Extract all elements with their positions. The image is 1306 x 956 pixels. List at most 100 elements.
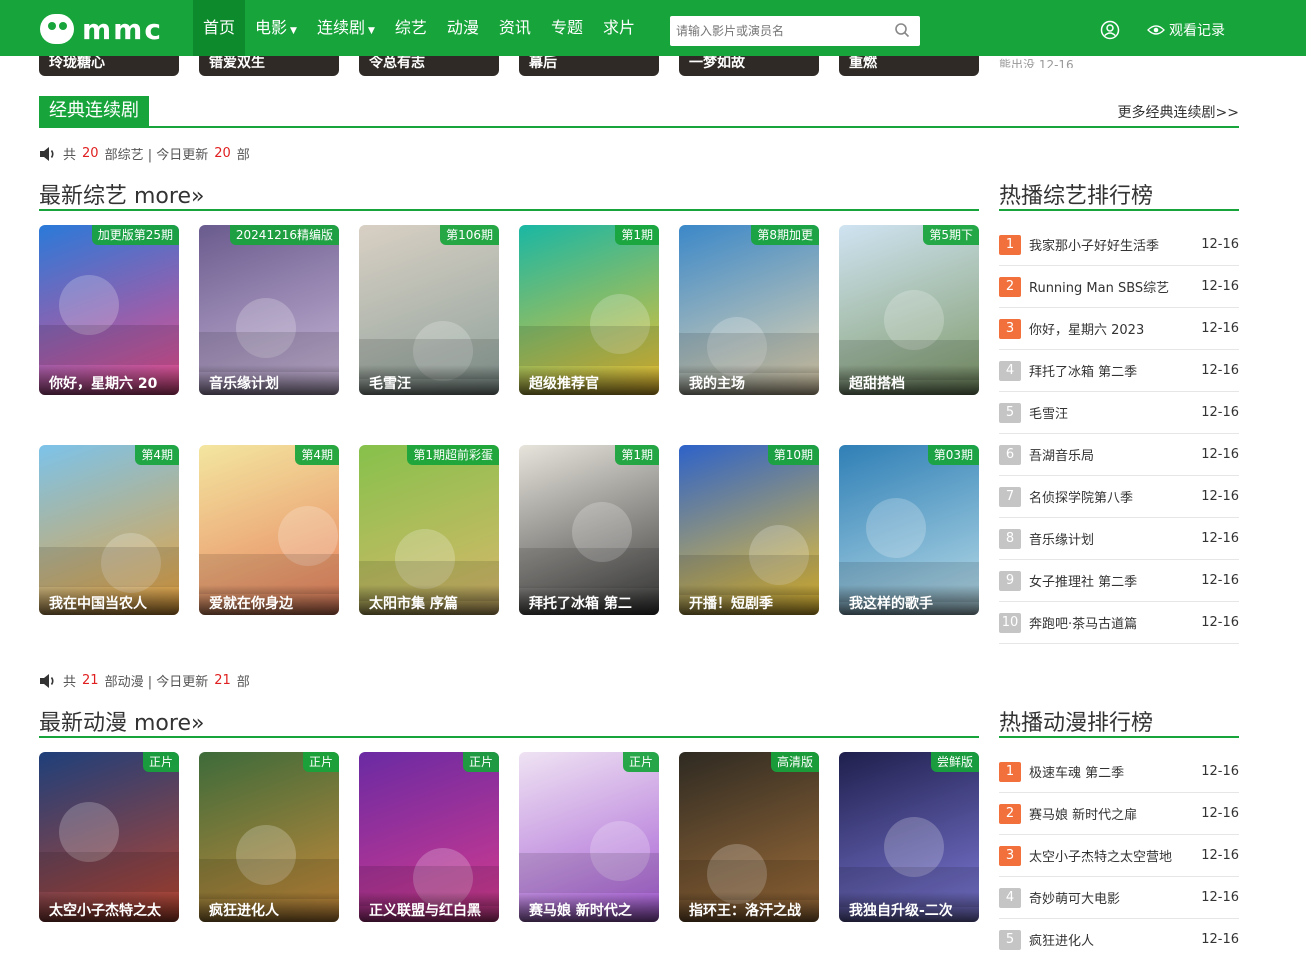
rank-item[interactable]: 4 拜托了冰箱 第二季 12-16 — [999, 350, 1239, 392]
search-input[interactable] — [670, 16, 885, 46]
poster-title: 拜托了冰箱 第二 — [519, 585, 659, 615]
anime-rank-list: 1 极速车魂 第二季 12-16 2 赛马娘 新时代之扉 12-16 3 太空小子杰特之太空营… — [999, 751, 1239, 956]
rank-item[interactable]: 6 吾湖音乐局 12-16 — [999, 434, 1239, 476]
rank-date: 12-16 — [1201, 237, 1239, 252]
episode-badge: 第1期 — [615, 225, 659, 245]
rank-number: 7 — [999, 486, 1021, 507]
nav-item-5[interactable]: 资讯 — [489, 0, 541, 56]
nav-item-label: 首页 — [203, 18, 236, 37]
nav-item-1[interactable]: 电影 ▼ — [245, 0, 307, 56]
chevron-down-icon: ▼ — [367, 26, 375, 36]
more-classic-series-link[interactable]: 更多经典连续剧>> — [1118, 102, 1239, 122]
rank-number: 1 — [999, 234, 1021, 255]
poster-title: 开播！短剧季 — [679, 585, 819, 615]
episode-badge: 20241216精编版 — [229, 225, 339, 245]
poster-card[interactable]: 第1期 超级推荐官 — [519, 225, 659, 395]
episode-badge: 第1期超前彩蛋 — [407, 445, 499, 465]
poster-card[interactable]: 第10期开播！短剧季 — [679, 445, 819, 615]
poster-card[interactable]: 尝鲜版 我独自升级-二次 — [839, 752, 979, 922]
rank-item[interactable]: 4 奇妙萌可大电影 12-16 — [999, 877, 1239, 919]
nav-item-0[interactable]: 首页 — [193, 0, 246, 56]
episode-badge: 第4期 — [295, 445, 339, 465]
poster-title: 毛雪汪 — [359, 365, 499, 395]
classic-series-tab[interactable]: 经典连续剧 — [39, 96, 149, 126]
previous-card[interactable]: 幕后 — [519, 56, 659, 76]
speaker-icon — [40, 146, 54, 161]
rank-title: 奔跑吧·茶马古道篇 — [1029, 617, 1138, 632]
rank-item[interactable]: 1 极速车魂 第二季 12-16 — [999, 751, 1239, 793]
rank-title: 我家那小子好好生活季 — [1029, 239, 1160, 254]
poster-card[interactable]: 第03期 我这样的歌手 — [839, 445, 979, 615]
rank-item[interactable]: 5 毛雪汪 12-16 — [999, 392, 1239, 434]
poster-card[interactable]: 加更版第25期 你好，星期六 20 — [39, 225, 179, 395]
site-logo[interactable]: mmc — [40, 12, 163, 46]
anime-rank-title: 热播动漫排行榜 — [999, 705, 1239, 738]
rank-title: 女子推理社 第二季 — [1029, 575, 1138, 590]
rank-date: 12-16 — [1201, 279, 1239, 294]
notice-prefix: 共 — [63, 148, 77, 163]
user-icon[interactable] — [1100, 20, 1120, 40]
nav-item-3[interactable]: 综艺 — [385, 0, 437, 56]
anime-total: 21 — [82, 673, 99, 688]
poster-card[interactable]: 第8期加更 我的主场 — [679, 225, 819, 395]
poster-card[interactable]: 第106期 毛雪汪 — [359, 225, 499, 395]
previous-card[interactable]: 重燃 — [839, 56, 979, 76]
rank-item[interactable]: 2 赛马娘 新时代之扉 12-16 — [999, 793, 1239, 835]
poster-card[interactable]: 第5期下 超甜搭档 — [839, 225, 979, 395]
variety-block-title[interactable]: 最新综艺 more» — [39, 178, 979, 211]
rank-number: 8 — [999, 528, 1021, 549]
previous-card[interactable]: 错爱双生 — [199, 56, 339, 76]
poster-card[interactable]: 正片 太空小子杰特之太 — [39, 752, 179, 922]
previous-rank-partial: 熊出没 12-16 — [999, 58, 1074, 68]
nav-item-6[interactable]: 专题 — [541, 0, 593, 56]
anime-block-title[interactable]: 最新动漫 more» — [39, 705, 979, 738]
poster-card[interactable]: 20241216精编版 音乐缘计划 — [199, 225, 339, 395]
poster-card[interactable]: 高清版 指环王：洛汗之战 — [679, 752, 819, 922]
rank-item[interactable]: 3 你好，星期六 2023 12-16 — [999, 308, 1239, 350]
rank-item[interactable]: 5 疯狂进化人 12-16 — [999, 919, 1239, 956]
rank-number: 3 — [999, 318, 1021, 339]
poster-title: 疯狂进化人 — [199, 892, 339, 922]
nav-item-2[interactable]: 连续剧 ▼ — [307, 0, 385, 56]
nav-item-label: 动漫 — [446, 18, 479, 37]
rank-date: 12-16 — [1201, 405, 1239, 420]
poster-card[interactable]: 第4期 爱就在你身边 — [199, 445, 339, 615]
rank-item[interactable]: 10 奔跑吧·茶马古道篇 12-16 — [999, 602, 1239, 644]
poster-decoration — [39, 547, 179, 587]
notice-prefix: 共 — [63, 675, 77, 690]
nav-item-4[interactable]: 动漫 — [437, 0, 489, 56]
variety-today: 20 — [214, 146, 231, 161]
rank-item[interactable]: 3 太空小子杰特之太空营地 12-16 — [999, 835, 1239, 877]
previous-card[interactable]: 一梦如故 — [679, 56, 819, 76]
rank-number: 4 — [999, 887, 1021, 908]
poster-card[interactable]: 第4期 我在中国当农人 — [39, 445, 179, 615]
poster-title: 我这样的歌手 — [839, 585, 979, 615]
rank-item[interactable]: 8 音乐缘计划 12-16 — [999, 518, 1239, 560]
rank-title: 赛马娘 新时代之扉 — [1029, 808, 1138, 823]
rank-number: 5 — [999, 929, 1021, 950]
episode-badge: 第1期 — [615, 445, 659, 465]
poster-card[interactable]: 正片 赛马娘 新时代之 — [519, 752, 659, 922]
nav-item-7[interactable]: 求片 — [593, 0, 645, 56]
poster-card[interactable]: 正片 疯狂进化人 — [199, 752, 339, 922]
variety-rank-title: 热播综艺排行榜 — [999, 178, 1239, 211]
rank-item[interactable]: 9 女子推理社 第二季 12-16 — [999, 560, 1239, 602]
previous-card[interactable]: 令总有志 — [359, 56, 499, 76]
nav-item-label: 资讯 — [498, 18, 531, 37]
poster-card[interactable]: 第1期拜托了冰箱 第二 — [519, 445, 659, 615]
episode-badge: 第8期加更 — [751, 225, 819, 245]
history-link[interactable]: 观看记录 — [1147, 20, 1225, 40]
variety-notice: 共 20 部综艺 | 今日更新 20 部 — [39, 144, 250, 163]
rank-item[interactable]: 2 Running Man SBS综艺 12-16 — [999, 266, 1239, 308]
previous-card[interactable]: 玲珑糖心 — [39, 56, 179, 76]
rank-title: 毛雪汪 — [1029, 407, 1069, 422]
poster-card[interactable]: 正片 正义联盟与红白黑 — [359, 752, 499, 922]
poster-decoration — [519, 548, 659, 588]
poster-card[interactable]: 第1期超前彩蛋 太阳市集 序篇 — [359, 445, 499, 615]
rank-item[interactable]: 7 名侦探学院第八季 12-16 — [999, 476, 1239, 518]
episode-badge: 第10期 — [767, 445, 819, 465]
search-icon[interactable] — [894, 22, 910, 38]
rank-item[interactable]: 1 我家那小子好好生活季 12-16 — [999, 224, 1239, 266]
top-navigation-bar: mmc 首页电影▼连续剧▼综艺动漫资讯专题求片 观看记录 — [0, 0, 1306, 56]
rank-number: 3 — [999, 845, 1021, 866]
